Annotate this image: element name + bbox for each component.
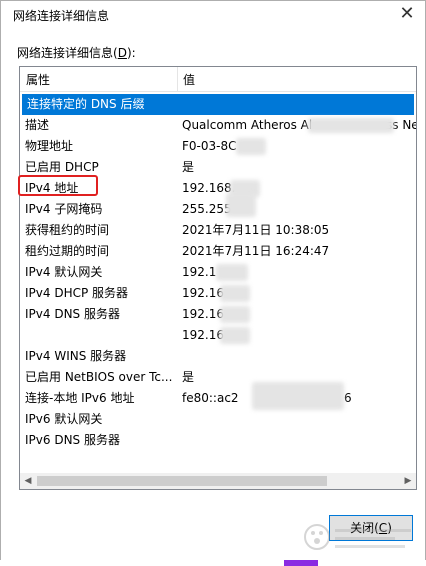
table-row[interactable]: IPv4 WINS 服务器: [20, 346, 416, 367]
dialog-title: 网络连接详细信息: [13, 9, 110, 23]
taskbar-strip: [0, 560, 426, 566]
scroll-right-icon[interactable]: ▶: [400, 473, 416, 489]
horizontal-scrollbar[interactable]: ◀ ▶: [20, 473, 416, 489]
row-property: IPv4 默认网关: [25, 265, 103, 279]
row-value: 255.255: [182, 202, 232, 216]
row-property: 获得租约的时间: [25, 223, 110, 237]
row-value: 2021年7月11日 16:24:47: [182, 244, 330, 258]
network-details-dialog: 网络连接详细信息 ✕ 网络连接详细信息(D): 属性 值 连接特定的 DNS 后…: [0, 0, 426, 564]
row-property: 已启用 NetBIOS over Tc...: [25, 370, 173, 384]
redaction-blur: [252, 382, 344, 410]
taskbar-accent: [284, 560, 318, 566]
row-value: 是: [182, 160, 195, 174]
redaction-blur: [220, 285, 250, 302]
table-row[interactable]: 物理地址 F0-03-8C: [20, 136, 416, 157]
row-value-text: Qualcomm Atheros Al: [182, 118, 313, 132]
details-listview[interactable]: 属性 值 连接特定的 DNS 后缀 描述 Qualcomm Atheros Al…: [19, 66, 417, 490]
row-property: IPv4 DHCP 服务器: [25, 286, 129, 300]
watermark-logo-icon: [304, 524, 411, 550]
row-value-tail: 6: [344, 391, 352, 405]
listview-header: 属性 值: [20, 67, 416, 92]
redaction-blur: [236, 138, 266, 155]
redaction-blur: [220, 327, 250, 344]
row-property: 物理地址: [25, 139, 74, 153]
row-property: IPv4 子网掩码: [25, 202, 103, 216]
table-row[interactable]: 描述 Qualcomm Atheros Al ss Ne: [20, 115, 416, 136]
table-row[interactable]: 获得租约的时间 2021年7月11日 10:38:05: [20, 220, 416, 241]
row-property: IPv6 默认网关: [25, 412, 103, 426]
row-value: 192.16: [182, 286, 224, 300]
row-property: 描述: [25, 118, 50, 132]
row-value: 192.168.: [182, 181, 236, 195]
row-property: IPv4 WINS 服务器: [25, 349, 127, 363]
table-row-selected[interactable]: 连接特定的 DNS 后缀: [22, 94, 414, 115]
details-label-prefix: 网络连接详细信息(: [17, 46, 118, 60]
row-property: IPv4 DNS 服务器: [25, 307, 120, 321]
row-value: 192.16: [182, 328, 224, 342]
column-separator[interactable]: [177, 67, 178, 91]
row-value: 192.16: [182, 307, 224, 321]
scroll-left-icon[interactable]: ◀: [20, 473, 36, 489]
column-header-property[interactable]: 属性: [26, 71, 50, 88]
table-row[interactable]: 连接-本地 IPv6 地址 fe80::ac2 6: [20, 382, 416, 410]
scrollbar-thumb[interactable]: [37, 476, 327, 486]
column-header-value[interactable]: 值: [183, 71, 195, 88]
table-row[interactable]: 192.16: [20, 325, 416, 346]
row-property: 连接-本地 IPv6 地址: [25, 391, 135, 405]
row-property: 连接特定的 DNS 后缀: [27, 97, 145, 111]
table-row[interactable]: IPv4 默认网关 192.1: [20, 262, 416, 283]
table-row[interactable]: 已启用 NetBIOS over Tc... 是: [20, 367, 416, 388]
table-row[interactable]: IPv4 子网掩码 255.255: [20, 193, 416, 220]
table-row[interactable]: IPv4 DHCP 服务器 192.16: [20, 283, 416, 304]
title-bar: 网络连接详细信息 ✕: [1, 1, 425, 29]
row-value: F0-03-8C: [182, 139, 237, 153]
redaction-blur: [216, 264, 248, 281]
table-row[interactable]: IPv4 DNS 服务器 192.16: [20, 304, 416, 325]
table-row[interactable]: 租约过期的时间 2021年7月11日 16:24:47: [20, 241, 416, 262]
row-property: IPv6 DNS 服务器: [25, 433, 120, 447]
redaction-blur: [220, 306, 250, 323]
listview-rows: 连接特定的 DNS 后缀 描述 Qualcomm Atheros Al ss Ne…: [20, 94, 416, 451]
redaction-blur: [308, 118, 394, 133]
redaction-blur: [226, 193, 256, 217]
row-property: 租约过期的时间: [25, 244, 110, 258]
ipv4-highlight-annotation: [18, 175, 98, 196]
row-value: 2021年7月11日 10:38:05: [182, 223, 330, 237]
table-row[interactable]: IPv6 DNS 服务器: [20, 430, 416, 451]
table-row[interactable]: IPv6 默认网关: [20, 409, 416, 430]
row-value-text: fe80::ac2: [182, 391, 239, 405]
details-label-suffix: ):: [126, 46, 136, 60]
close-icon[interactable]: ✕: [397, 4, 417, 24]
details-label-accesskey: D: [117, 46, 127, 60]
details-label: 网络连接详细信息(D):: [17, 44, 136, 61]
